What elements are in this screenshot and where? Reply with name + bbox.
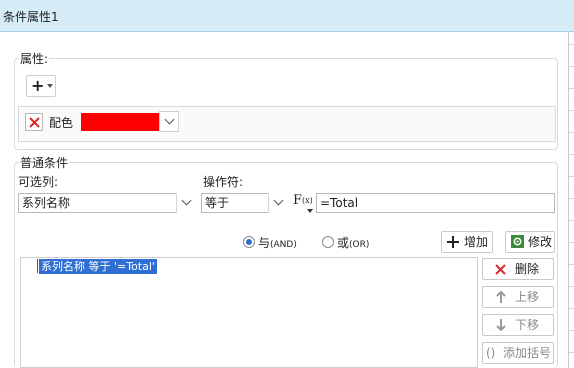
move-down-button[interactable]: 下移 bbox=[482, 314, 554, 336]
title-bar: 条件属性1 bbox=[0, 0, 574, 32]
color-swatch[interactable] bbox=[81, 113, 159, 131]
list-item[interactable]: 系列名称 等于 '=Total' bbox=[39, 259, 157, 274]
operator-select-value: 等于 bbox=[205, 196, 230, 210]
delete-icon bbox=[495, 264, 506, 275]
or-radio-label: 或(OR) bbox=[337, 236, 370, 250]
condition-value-input[interactable]: =Total bbox=[316, 193, 555, 213]
arrow-up-icon bbox=[496, 290, 506, 303]
operator-select[interactable]: 等于 bbox=[201, 193, 288, 213]
and-radio-label: 与(AND) bbox=[258, 236, 297, 250]
arrow-down-icon bbox=[496, 319, 506, 332]
operator-select-dropdown[interactable] bbox=[268, 193, 288, 213]
edit-condition-button[interactable]: 修改 bbox=[505, 231, 555, 253]
properties-group-label: 属性: bbox=[19, 50, 50, 67]
chevron-down-icon bbox=[181, 195, 192, 206]
dialog-title: 条件属性1 bbox=[3, 10, 59, 24]
condition-attribute-dialog: 条件属性1 属性: + 配色 普通条件 可选列: 操作符: 系列名称 等于 F(… bbox=[0, 0, 574, 368]
column-select-dropdown[interactable] bbox=[176, 193, 196, 213]
remove-color-property-button[interactable] bbox=[25, 113, 43, 131]
caret-down-icon bbox=[307, 209, 313, 213]
and-radio[interactable] bbox=[243, 236, 255, 248]
bracket-icon: () bbox=[486, 346, 496, 360]
add-condition-button[interactable]: 增加 bbox=[441, 231, 493, 253]
color-dropdown-button[interactable] bbox=[159, 111, 179, 132]
formula-icon: F(x) bbox=[293, 193, 313, 208]
column-label: 可选列: bbox=[18, 175, 59, 189]
move-up-button[interactable]: 上移 bbox=[482, 286, 554, 308]
formula-button[interactable]: F(x) bbox=[293, 193, 315, 213]
tree-line bbox=[37, 259, 38, 273]
close-icon bbox=[29, 117, 40, 128]
plus-icon: + bbox=[31, 76, 45, 95]
caret-down-icon bbox=[47, 84, 53, 88]
or-radio[interactable] bbox=[322, 236, 334, 248]
color-property-label: 配色 bbox=[49, 116, 74, 130]
chevron-down-icon bbox=[164, 114, 175, 125]
edit-gear-icon bbox=[511, 235, 524, 248]
column-select-value: 系列名称 bbox=[22, 196, 71, 210]
operator-label: 操作符: bbox=[203, 175, 244, 189]
condition-value-text: =Total bbox=[320, 196, 359, 210]
delete-condition-button[interactable]: 删除 bbox=[482, 258, 554, 280]
plus-icon bbox=[447, 236, 459, 248]
add-bracket-button[interactable]: () 添加括号 bbox=[482, 342, 554, 364]
conditions-group-label: 普通条件 bbox=[19, 154, 70, 171]
column-select[interactable]: 系列名称 bbox=[18, 193, 196, 213]
add-property-button[interactable]: + bbox=[26, 75, 56, 97]
chevron-down-icon bbox=[273, 195, 284, 206]
